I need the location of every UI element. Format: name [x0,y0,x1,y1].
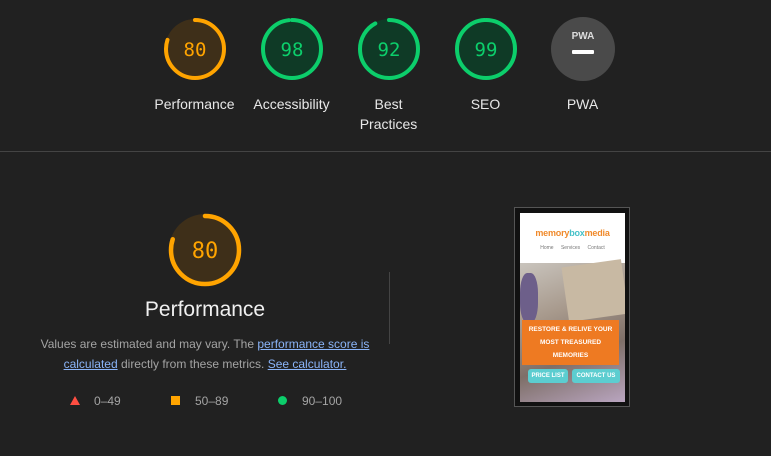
screenshot-nav: Home Services Contact [520,245,625,251]
pwa-badge-text: PWA [571,31,594,42]
gauge-performance-label: Performance [154,96,235,112]
screenshot-nav-services: Services [560,245,581,251]
legend-fail-range: 0–49 [94,394,121,408]
screenshot-banner-line1: RESTORE & RELIVE YOUR [528,326,613,333]
circle-icon [278,396,287,405]
gauge-performance-ring: 80 [163,18,226,80]
performance-gauge-large-ring: 80 [168,213,242,287]
gauge-performance-score: 80 [183,39,206,61]
gauge-accessibility-ring: 98 [260,18,323,80]
legend-average-range: 50–89 [195,394,229,408]
performance-title: Performance [144,298,266,321]
gauge-best-practices-label-line2: Practices [359,116,418,132]
gauge-performance[interactable]: 80 Performance [146,16,243,114]
gauge-seo-ring: 99 [454,18,517,80]
final-screenshot-screen: memoryboxmedia Home Services Contact RES… [520,213,625,402]
screenshot-nav-home: Home [540,245,554,251]
gauge-best-practices-label: Best Practices [340,94,437,134]
gauge-accessibility[interactable]: 98 Accessibility [243,16,340,114]
desc-prefix: Values are estimated and may vary. The [40,337,258,351]
gauge-pwa[interactable]: PWA PWA [534,16,631,114]
screenshot-banner-line3: MEMORIES [552,352,589,359]
screenshot-price-list-button: PRICE LIST [528,369,568,383]
see-calculator-link[interactable]: See calculator. [268,357,347,371]
pwa-badge-icon: PWA [550,17,615,81]
triangle-icon [70,396,80,405]
gauge-seo-score: 99 [474,39,497,61]
screenshot-hero-banner: RESTORE & RELIVE YOUR MOST TREASURED MEM… [522,320,619,365]
score-legend: 0–49 50–89 90–100 [0,392,400,410]
gauge-pwa-label: PWA [566,96,599,112]
screenshot-logo: memoryboxmedia [520,228,625,238]
screenshot-logo-part2: box [569,228,585,238]
performance-description: Values are estimated and may vary. The p… [40,334,370,374]
gauge-seo-label: SEO [470,96,501,112]
category-gauges: 80 Performance 98 Accessibility 92 Best … [146,16,646,146]
gauge-accessibility-label: Accessibility [253,96,330,112]
gauge-best-practices-ring: 92 [357,18,420,80]
gauge-best-practices[interactable]: 92 Best Practices [340,16,437,134]
screenshot-nav-contact: Contact [587,245,605,251]
screenshot-banner-line2: MOST TREASURED [539,339,602,346]
screenshot-contact-button: CONTACT US [572,369,620,383]
legend-pass-range: 90–100 [302,394,343,408]
gauge-best-practices-score: 92 [377,39,400,61]
screenshot-logo-part3: media [584,228,610,238]
square-icon [171,396,180,405]
performance-gauge-large: 80 [167,212,243,288]
pwa-dash-icon [571,50,594,54]
final-screenshot[interactable]: memoryboxmedia Home Services Contact RES… [514,207,630,407]
section-divider [0,151,771,152]
gauge-seo[interactable]: 99 SEO [437,16,534,114]
screenshot-logo-part1: memory [535,228,570,238]
performance-score-large: 80 [192,239,219,264]
vertical-separator [389,272,390,344]
desc-middle: directly from these metrics. [117,357,268,371]
gauge-accessibility-score: 98 [280,39,303,61]
gauge-best-practices-label-line1: Best [374,96,403,112]
